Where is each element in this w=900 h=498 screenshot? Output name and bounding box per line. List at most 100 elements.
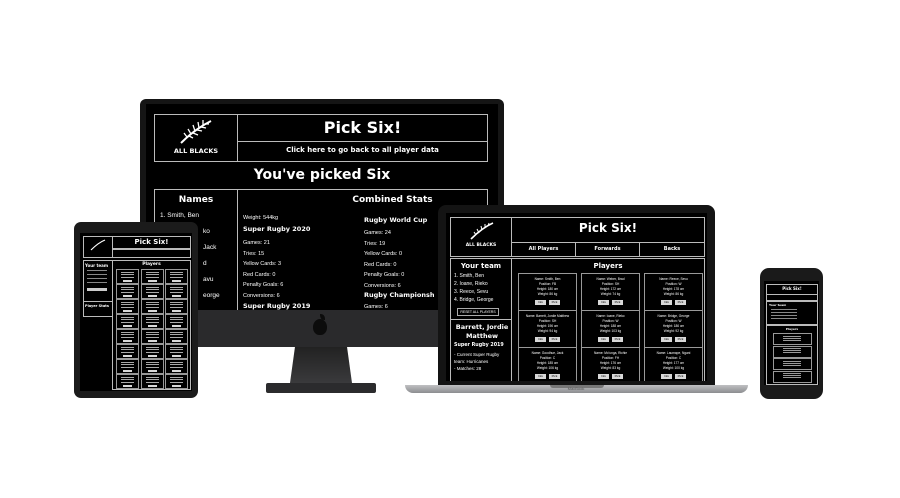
pick-button[interactable]: Pick bbox=[675, 374, 686, 379]
card-button[interactable] bbox=[147, 309, 157, 312]
info-button[interactable]: Info bbox=[661, 300, 672, 305]
pick-button[interactable]: Pick bbox=[549, 300, 560, 305]
nav-backs[interactable]: Backs bbox=[639, 242, 705, 257]
card-text-line bbox=[121, 289, 134, 291]
card-button[interactable] bbox=[147, 339, 157, 342]
player-card-line: Weight: 106 kg bbox=[536, 366, 559, 370]
card-text-line bbox=[170, 349, 183, 351]
pick-button[interactable]: Pick bbox=[675, 300, 686, 305]
player-card-line: Position: SH bbox=[601, 282, 620, 286]
tablet-reset-button[interactable] bbox=[87, 288, 107, 291]
nav-backs-label[interactable]: Backs bbox=[640, 246, 704, 252]
info-button[interactable]: Info bbox=[535, 374, 546, 379]
tablet-back-link[interactable] bbox=[112, 248, 191, 258]
card-button[interactable] bbox=[172, 369, 181, 372]
pick-button[interactable]: Pick bbox=[612, 337, 623, 342]
card-button[interactable] bbox=[123, 354, 132, 357]
nav-forwards[interactable]: Forwards bbox=[575, 242, 640, 257]
tablet-player-card bbox=[140, 269, 164, 284]
player-card-line: Position: FH bbox=[601, 356, 620, 360]
card-text-line bbox=[170, 276, 183, 278]
card-button[interactable] bbox=[172, 294, 181, 297]
pick-button[interactable]: Pick bbox=[549, 374, 560, 379]
card-button[interactable] bbox=[172, 324, 181, 327]
stat-item: Conversions: 6 bbox=[364, 282, 401, 289]
phone-player-card bbox=[773, 358, 812, 370]
info-button[interactable]: Info bbox=[598, 300, 609, 305]
logo-box: ALL BLACKS bbox=[154, 114, 238, 162]
card-button[interactable] bbox=[147, 294, 157, 297]
player-card-line: Height: 186 cm bbox=[662, 324, 685, 328]
card-text-line bbox=[170, 362, 183, 363]
team-line bbox=[87, 274, 107, 275]
card-text-line bbox=[145, 302, 159, 303]
pick-button[interactable]: Pick bbox=[612, 374, 623, 379]
player-card-line: Height: 177 cm bbox=[662, 361, 685, 365]
card-text-line bbox=[170, 317, 183, 318]
info-button[interactable]: Info bbox=[598, 374, 609, 379]
team-line bbox=[87, 282, 107, 283]
team-panel: Your team 1. Smith, Ben 2. Ioane, Rieko … bbox=[450, 258, 512, 320]
laptop-title-box: Pick Six! bbox=[511, 217, 705, 243]
card-text-line bbox=[783, 339, 801, 341]
card-button[interactable] bbox=[147, 279, 157, 282]
card-button[interactable] bbox=[172, 354, 181, 357]
card-button[interactable] bbox=[123, 294, 132, 297]
names-heading: Names bbox=[178, 195, 214, 205]
info-button[interactable]: Info bbox=[535, 337, 546, 342]
pick-button[interactable]: Pick bbox=[612, 300, 623, 305]
nav-all-players-label[interactable]: All Players bbox=[512, 246, 575, 252]
card-button[interactable] bbox=[123, 324, 132, 327]
stat-item: Yellow Cards: 3 bbox=[243, 261, 282, 267]
tablet-player-card bbox=[165, 344, 188, 359]
card-button[interactable] bbox=[172, 279, 181, 282]
nav-all-players[interactable]: All Players bbox=[511, 242, 576, 257]
team-item: 2. Ioane, Rieko bbox=[454, 281, 488, 287]
card-button[interactable] bbox=[147, 369, 157, 372]
card-text-line bbox=[170, 287, 183, 288]
card-button[interactable] bbox=[123, 384, 132, 387]
team-item: 1. Smith, Ben bbox=[454, 273, 485, 279]
back-link[interactable]: Click here to go back to all player data bbox=[238, 146, 487, 154]
player-detail-panel: Barrett, Jordie Matthew Super Rugby 2019… bbox=[450, 319, 512, 381]
info-button[interactable]: Info bbox=[661, 374, 672, 379]
card-text-line bbox=[121, 287, 134, 288]
card-button[interactable] bbox=[147, 324, 157, 327]
card-button[interactable] bbox=[172, 339, 181, 342]
team-line bbox=[771, 318, 797, 319]
player-card-line: Name: Bridge, George bbox=[657, 314, 690, 318]
card-button[interactable] bbox=[123, 279, 132, 282]
card-text-line bbox=[170, 347, 183, 348]
card-button[interactable] bbox=[123, 369, 132, 372]
team-line bbox=[771, 309, 797, 310]
card-button[interactable] bbox=[172, 384, 181, 387]
stat-item: Tries: 19 bbox=[364, 240, 386, 247]
info-button[interactable]: Info bbox=[535, 300, 546, 305]
player-card: Name: Goodhue, Jack Position: C Height: 18… bbox=[518, 347, 577, 381]
card-button[interactable] bbox=[172, 309, 181, 312]
tablet-player-card bbox=[165, 284, 188, 299]
card-text-line bbox=[145, 321, 159, 323]
reset-button[interactable]: RESET ALL PLAYERS bbox=[457, 308, 499, 316]
card-button[interactable] bbox=[123, 339, 132, 342]
card-button[interactable] bbox=[147, 354, 157, 357]
tablet-player-card bbox=[165, 329, 188, 344]
phone-back-link[interactable] bbox=[766, 294, 818, 301]
player-card: Name: Weber, Brad Position: SH Height: 172… bbox=[581, 273, 640, 311]
player-card-line: Weight: 103 kg bbox=[599, 329, 622, 333]
card-button[interactable] bbox=[123, 309, 132, 312]
info-button[interactable]: Info bbox=[598, 337, 609, 342]
card-button[interactable] bbox=[147, 384, 157, 387]
tablet-player-card bbox=[165, 374, 188, 389]
card-text-line bbox=[121, 349, 134, 351]
info-button[interactable]: Info bbox=[661, 337, 672, 342]
pick-button[interactable]: Pick bbox=[675, 337, 686, 342]
back-link-box[interactable]: Click here to go back to all player data bbox=[237, 141, 488, 162]
name-item: eorge bbox=[203, 292, 220, 299]
pick-button[interactable]: Pick bbox=[549, 337, 560, 342]
card-text-line bbox=[121, 347, 134, 348]
card-text-line bbox=[145, 334, 159, 336]
player-card-line: Height: 180 cm bbox=[536, 287, 559, 291]
card-text-line bbox=[145, 379, 159, 381]
nav-forwards-label[interactable]: Forwards bbox=[576, 246, 639, 252]
